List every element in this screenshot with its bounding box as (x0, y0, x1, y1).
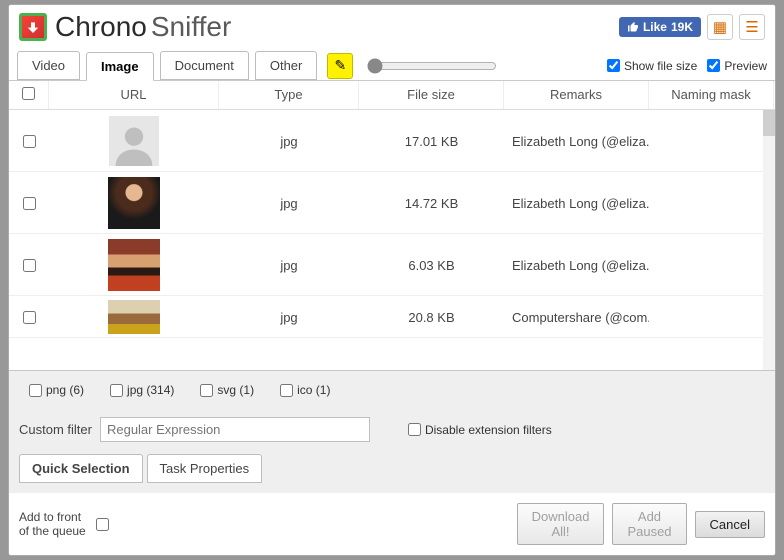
filter-png[interactable]: png (6) (29, 383, 84, 397)
table-header: URL Type File size Remarks Naming mask (9, 81, 775, 110)
tab-quick-selection[interactable]: Quick Selection (19, 454, 143, 483)
cell-size: 20.8 KB (359, 306, 504, 329)
filter-jpg-checkbox[interactable] (110, 384, 123, 397)
tab-other[interactable]: Other (255, 51, 318, 80)
col-filesize[interactable]: File size (359, 81, 504, 109)
like-count: 19K (671, 20, 693, 34)
row-checkbox[interactable] (23, 135, 36, 148)
preview-checkbox[interactable] (707, 59, 720, 72)
thumb-up-icon (627, 21, 639, 33)
cell-type: jpg (219, 254, 359, 277)
cell-mask (649, 261, 774, 269)
app-title-sub: Sniffer (151, 11, 231, 43)
col-type[interactable]: Type (219, 81, 359, 109)
cell-type: jpg (219, 130, 359, 153)
row-checkbox[interactable] (23, 197, 36, 210)
grid-view-button[interactable]: ▦ (707, 14, 733, 40)
app-logo-icon (19, 13, 47, 41)
disable-ext-checkbox[interactable] (408, 423, 421, 436)
preview-option[interactable]: Preview (707, 59, 767, 73)
avatar-placeholder-icon (112, 122, 156, 166)
cell-type: jpg (219, 192, 359, 215)
filter-png-checkbox[interactable] (29, 384, 42, 397)
cell-mask (649, 313, 774, 321)
cell-remarks: Computershare (@com... (504, 306, 649, 329)
table-row[interactable]: jpg 20.8 KB Computershare (@com... (9, 296, 775, 338)
tab-image[interactable]: Image (86, 52, 154, 81)
disable-ext-option[interactable]: Disable extension filters (408, 423, 552, 437)
custom-filter-label: Custom filter (19, 422, 92, 437)
table-row[interactable]: jpg 17.01 KB Elizabeth Long (@eliza... (9, 110, 775, 172)
thumbnail-size-slider[interactable] (367, 58, 497, 74)
row-checkbox[interactable] (23, 311, 36, 324)
table-row[interactable]: jpg 14.72 KB Elizabeth Long (@eliza... (9, 172, 775, 234)
cell-size: 6.03 KB (359, 254, 504, 277)
show-file-size-checkbox[interactable] (607, 59, 620, 72)
show-file-size-option[interactable]: Show file size (607, 59, 697, 73)
custom-filter-input[interactable] (100, 417, 370, 442)
tab-task-properties[interactable]: Task Properties (147, 454, 263, 483)
select-all-checkbox[interactable] (22, 87, 35, 100)
filter-jpg[interactable]: jpg (314) (110, 383, 174, 397)
cell-remarks: Elizabeth Long (@eliza... (504, 192, 649, 215)
table-row[interactable]: jpg 6.03 KB Elizabeth Long (@eliza... (9, 234, 775, 296)
fb-like-button[interactable]: Like 19K (619, 17, 701, 37)
list-view-button[interactable]: ☰ (739, 14, 765, 40)
show-file-size-label: Show file size (624, 59, 697, 73)
col-mask[interactable]: Naming mask (649, 81, 774, 109)
filter-ico-checkbox[interactable] (280, 384, 293, 397)
cancel-button[interactable]: Cancel (695, 511, 765, 538)
thumbnail[interactable] (105, 114, 163, 168)
app-title-main: Chrono (55, 11, 147, 43)
filters-panel: png (6) jpg (314) svg (1) ico (1) Custom… (9, 370, 775, 493)
col-url[interactable]: URL (49, 81, 219, 109)
row-checkbox[interactable] (23, 259, 36, 272)
preview-label: Preview (724, 59, 767, 73)
edit-button[interactable]: ✎ (327, 53, 353, 79)
header: Chrono Sniffer Like 19K ▦ ☰ (9, 5, 775, 51)
scrollbar-track[interactable] (763, 110, 775, 370)
cell-type: jpg (219, 306, 359, 329)
col-remarks[interactable]: Remarks (504, 81, 649, 109)
cell-remarks: Elizabeth Long (@eliza... (504, 130, 649, 153)
cell-remarks: Elizabeth Long (@eliza... (504, 254, 649, 277)
toolbar: Video Image Document Other ✎ Show file s… (9, 51, 775, 81)
filter-ico[interactable]: ico (1) (280, 383, 330, 397)
thumbnail[interactable] (105, 238, 163, 292)
add-paused-button[interactable]: Add Paused (612, 503, 686, 545)
category-tabs: Video Image Document Other (17, 51, 317, 80)
scrollbar-thumb[interactable] (763, 110, 775, 136)
footer: Add to front of the queue Download All! … (9, 493, 775, 555)
cell-size: 14.72 KB (359, 192, 504, 215)
thumbnail[interactable] (105, 300, 163, 334)
add-front-checkbox[interactable] (96, 518, 109, 531)
tab-video[interactable]: Video (17, 51, 80, 80)
tab-document[interactable]: Document (160, 51, 249, 80)
filter-svg-checkbox[interactable] (200, 384, 213, 397)
add-front-label: Add to front of the queue (19, 510, 88, 538)
download-all-button[interactable]: Download All! (517, 503, 605, 545)
cell-mask (649, 137, 774, 145)
cell-size: 17.01 KB (359, 130, 504, 153)
thumbnail[interactable] (105, 176, 163, 230)
filter-svg[interactable]: svg (1) (200, 383, 254, 397)
table-body[interactable]: jpg 17.01 KB Elizabeth Long (@eliza... j… (9, 110, 775, 370)
like-label: Like (643, 20, 667, 34)
cell-mask (649, 199, 774, 207)
